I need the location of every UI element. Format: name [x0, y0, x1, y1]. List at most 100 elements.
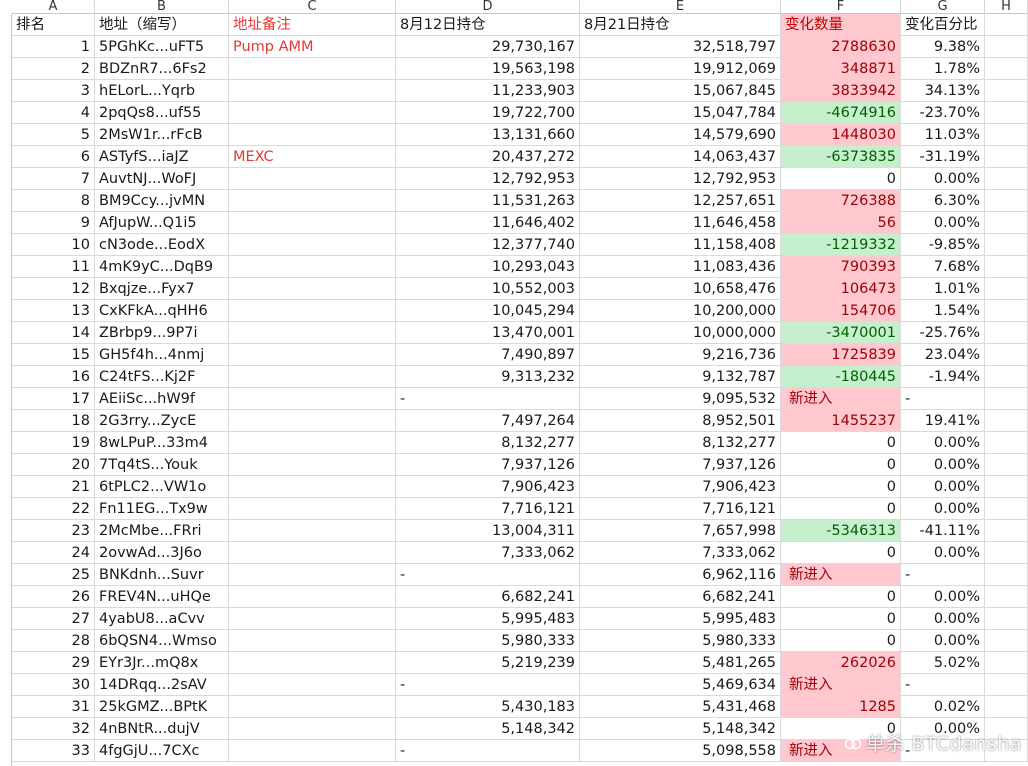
empty-cell[interactable] [985, 344, 1028, 366]
rank-cell[interactable]: 32 [12, 718, 95, 740]
empty-cell[interactable] [985, 234, 1028, 256]
address-cell[interactable]: GH5f4h...4nmj [95, 344, 229, 366]
rank-cell[interactable]: 6 [12, 146, 95, 168]
address-cell[interactable]: BNKdnh...Suvr [95, 564, 229, 586]
change-percent-cell[interactable]: -41.11% [901, 520, 985, 542]
rank-cell[interactable]: 5 [12, 124, 95, 146]
empty-cell[interactable] [985, 520, 1028, 542]
holding-aug12-cell[interactable]: 7,490,897 [396, 344, 580, 366]
rank-cell[interactable]: 11 [12, 256, 95, 278]
rank-cell[interactable]: 20 [12, 454, 95, 476]
address-note-cell[interactable] [229, 300, 396, 322]
empty-cell[interactable] [985, 410, 1028, 432]
holding-aug21-cell[interactable]: 6,682,241 [580, 586, 781, 608]
empty-cell[interactable] [985, 476, 1028, 498]
holding-aug21-cell[interactable]: 6,962,116 [580, 564, 781, 586]
address-note-cell[interactable] [229, 520, 396, 542]
address-cell[interactable]: 7Tq4tS...Youk [95, 454, 229, 476]
holding-aug12-cell[interactable]: 7,937,126 [396, 454, 580, 476]
holding-aug12-cell[interactable]: 10,045,294 [396, 300, 580, 322]
holding-aug12-cell[interactable]: 12,792,953 [396, 168, 580, 190]
holding-aug21-cell[interactable]: 19,912,069 [580, 58, 781, 80]
holding-aug21-cell[interactable]: 5,098,558 [580, 740, 781, 762]
address-cell[interactable]: AEiiSc...hW9f [95, 388, 229, 410]
empty-cell[interactable] [985, 366, 1028, 388]
column-header-h[interactable]: H [985, 0, 1028, 14]
change-amount-cell[interactable]: 0 [781, 476, 901, 498]
holding-aug21-cell[interactable]: 5,995,483 [580, 608, 781, 630]
header-cell-6[interactable]: 变化百分比 [901, 14, 985, 36]
rank-cell[interactable]: 13 [12, 300, 95, 322]
rank-cell[interactable]: 10 [12, 234, 95, 256]
address-cell[interactable]: FREV4N...uHQe [95, 586, 229, 608]
holding-aug12-cell[interactable]: - [396, 674, 580, 696]
holding-aug21-cell[interactable]: 9,095,532 [580, 388, 781, 410]
change-amount-cell[interactable]: 0 [781, 542, 901, 564]
address-cell[interactable]: ASTyfS...iaJZ [95, 146, 229, 168]
holding-aug21-cell[interactable]: 7,716,121 [580, 498, 781, 520]
change-percent-cell[interactable]: 1.54% [901, 300, 985, 322]
change-amount-cell[interactable]: 0 [781, 586, 901, 608]
column-header-a[interactable]: A [12, 0, 95, 14]
address-cell[interactable]: 2ovwAd...3J6o [95, 542, 229, 564]
address-note-cell[interactable] [229, 102, 396, 124]
holding-aug12-cell[interactable]: 11,531,263 [396, 190, 580, 212]
change-percent-cell[interactable]: - [901, 674, 985, 696]
holding-aug21-cell[interactable]: 15,067,845 [580, 80, 781, 102]
empty-cell[interactable] [985, 454, 1028, 476]
holding-aug12-cell[interactable]: 12,377,740 [396, 234, 580, 256]
holding-aug12-cell[interactable]: 13,470,001 [396, 322, 580, 344]
change-amount-cell[interactable]: 新进入 [781, 564, 901, 586]
empty-cell[interactable] [985, 36, 1028, 58]
change-amount-cell[interactable]: 790393 [781, 256, 901, 278]
rank-cell[interactable]: 29 [12, 652, 95, 674]
change-percent-cell[interactable]: 0.00% [901, 454, 985, 476]
rank-cell[interactable]: 28 [12, 630, 95, 652]
holding-aug12-cell[interactable]: 29,730,167 [396, 36, 580, 58]
change-amount-cell[interactable]: 0 [781, 454, 901, 476]
empty-cell[interactable] [985, 212, 1028, 234]
holding-aug21-cell[interactable]: 7,937,126 [580, 454, 781, 476]
address-note-cell[interactable] [229, 542, 396, 564]
address-note-cell[interactable] [229, 718, 396, 740]
address-cell[interactable]: AfJupW...Q1i5 [95, 212, 229, 234]
holding-aug12-cell[interactable]: 13,004,311 [396, 520, 580, 542]
change-percent-cell[interactable]: 1.78% [901, 58, 985, 80]
holding-aug21-cell[interactable]: 5,980,333 [580, 630, 781, 652]
address-cell[interactable]: AuvtNJ...WoFJ [95, 168, 229, 190]
address-note-cell[interactable] [229, 366, 396, 388]
holding-aug12-cell[interactable]: 8,132,277 [396, 432, 580, 454]
address-note-cell[interactable] [229, 476, 396, 498]
address-note-cell[interactable] [229, 278, 396, 300]
change-percent-cell[interactable]: 0.00% [901, 630, 985, 652]
holding-aug12-cell[interactable]: 11,646,402 [396, 212, 580, 234]
change-amount-cell[interactable]: 0 [781, 498, 901, 520]
rank-cell[interactable]: 1 [12, 36, 95, 58]
holding-aug12-cell[interactable]: 10,293,043 [396, 256, 580, 278]
empty-cell[interactable] [985, 322, 1028, 344]
holding-aug21-cell[interactable]: 11,083,436 [580, 256, 781, 278]
rank-cell[interactable]: 19 [12, 432, 95, 454]
change-percent-cell[interactable]: 0.00% [901, 432, 985, 454]
address-cell[interactable]: BM9Ccy...jvMN [95, 190, 229, 212]
rank-cell[interactable]: 7 [12, 168, 95, 190]
address-note-cell[interactable] [229, 498, 396, 520]
address-note-cell[interactable] [229, 630, 396, 652]
rank-cell[interactable]: 8 [12, 190, 95, 212]
change-percent-cell[interactable]: 0.00% [901, 498, 985, 520]
rank-cell[interactable]: 26 [12, 586, 95, 608]
change-amount-cell[interactable]: 3833942 [781, 80, 901, 102]
change-amount-cell[interactable]: -1219332 [781, 234, 901, 256]
change-percent-cell[interactable]: 0.00% [901, 608, 985, 630]
address-note-cell[interactable] [229, 256, 396, 278]
address-note-cell[interactable] [229, 168, 396, 190]
change-percent-cell[interactable]: 19.41% [901, 410, 985, 432]
empty-cell[interactable] [985, 102, 1028, 124]
header-cell-1[interactable]: 地址（缩写） [95, 14, 229, 36]
holding-aug12-cell[interactable]: 5,980,333 [396, 630, 580, 652]
change-amount-cell[interactable]: -6373835 [781, 146, 901, 168]
holding-aug21-cell[interactable]: 15,047,784 [580, 102, 781, 124]
column-header-g[interactable]: G [901, 0, 985, 14]
rank-cell[interactable]: 18 [12, 410, 95, 432]
empty-cell[interactable] [985, 674, 1028, 696]
